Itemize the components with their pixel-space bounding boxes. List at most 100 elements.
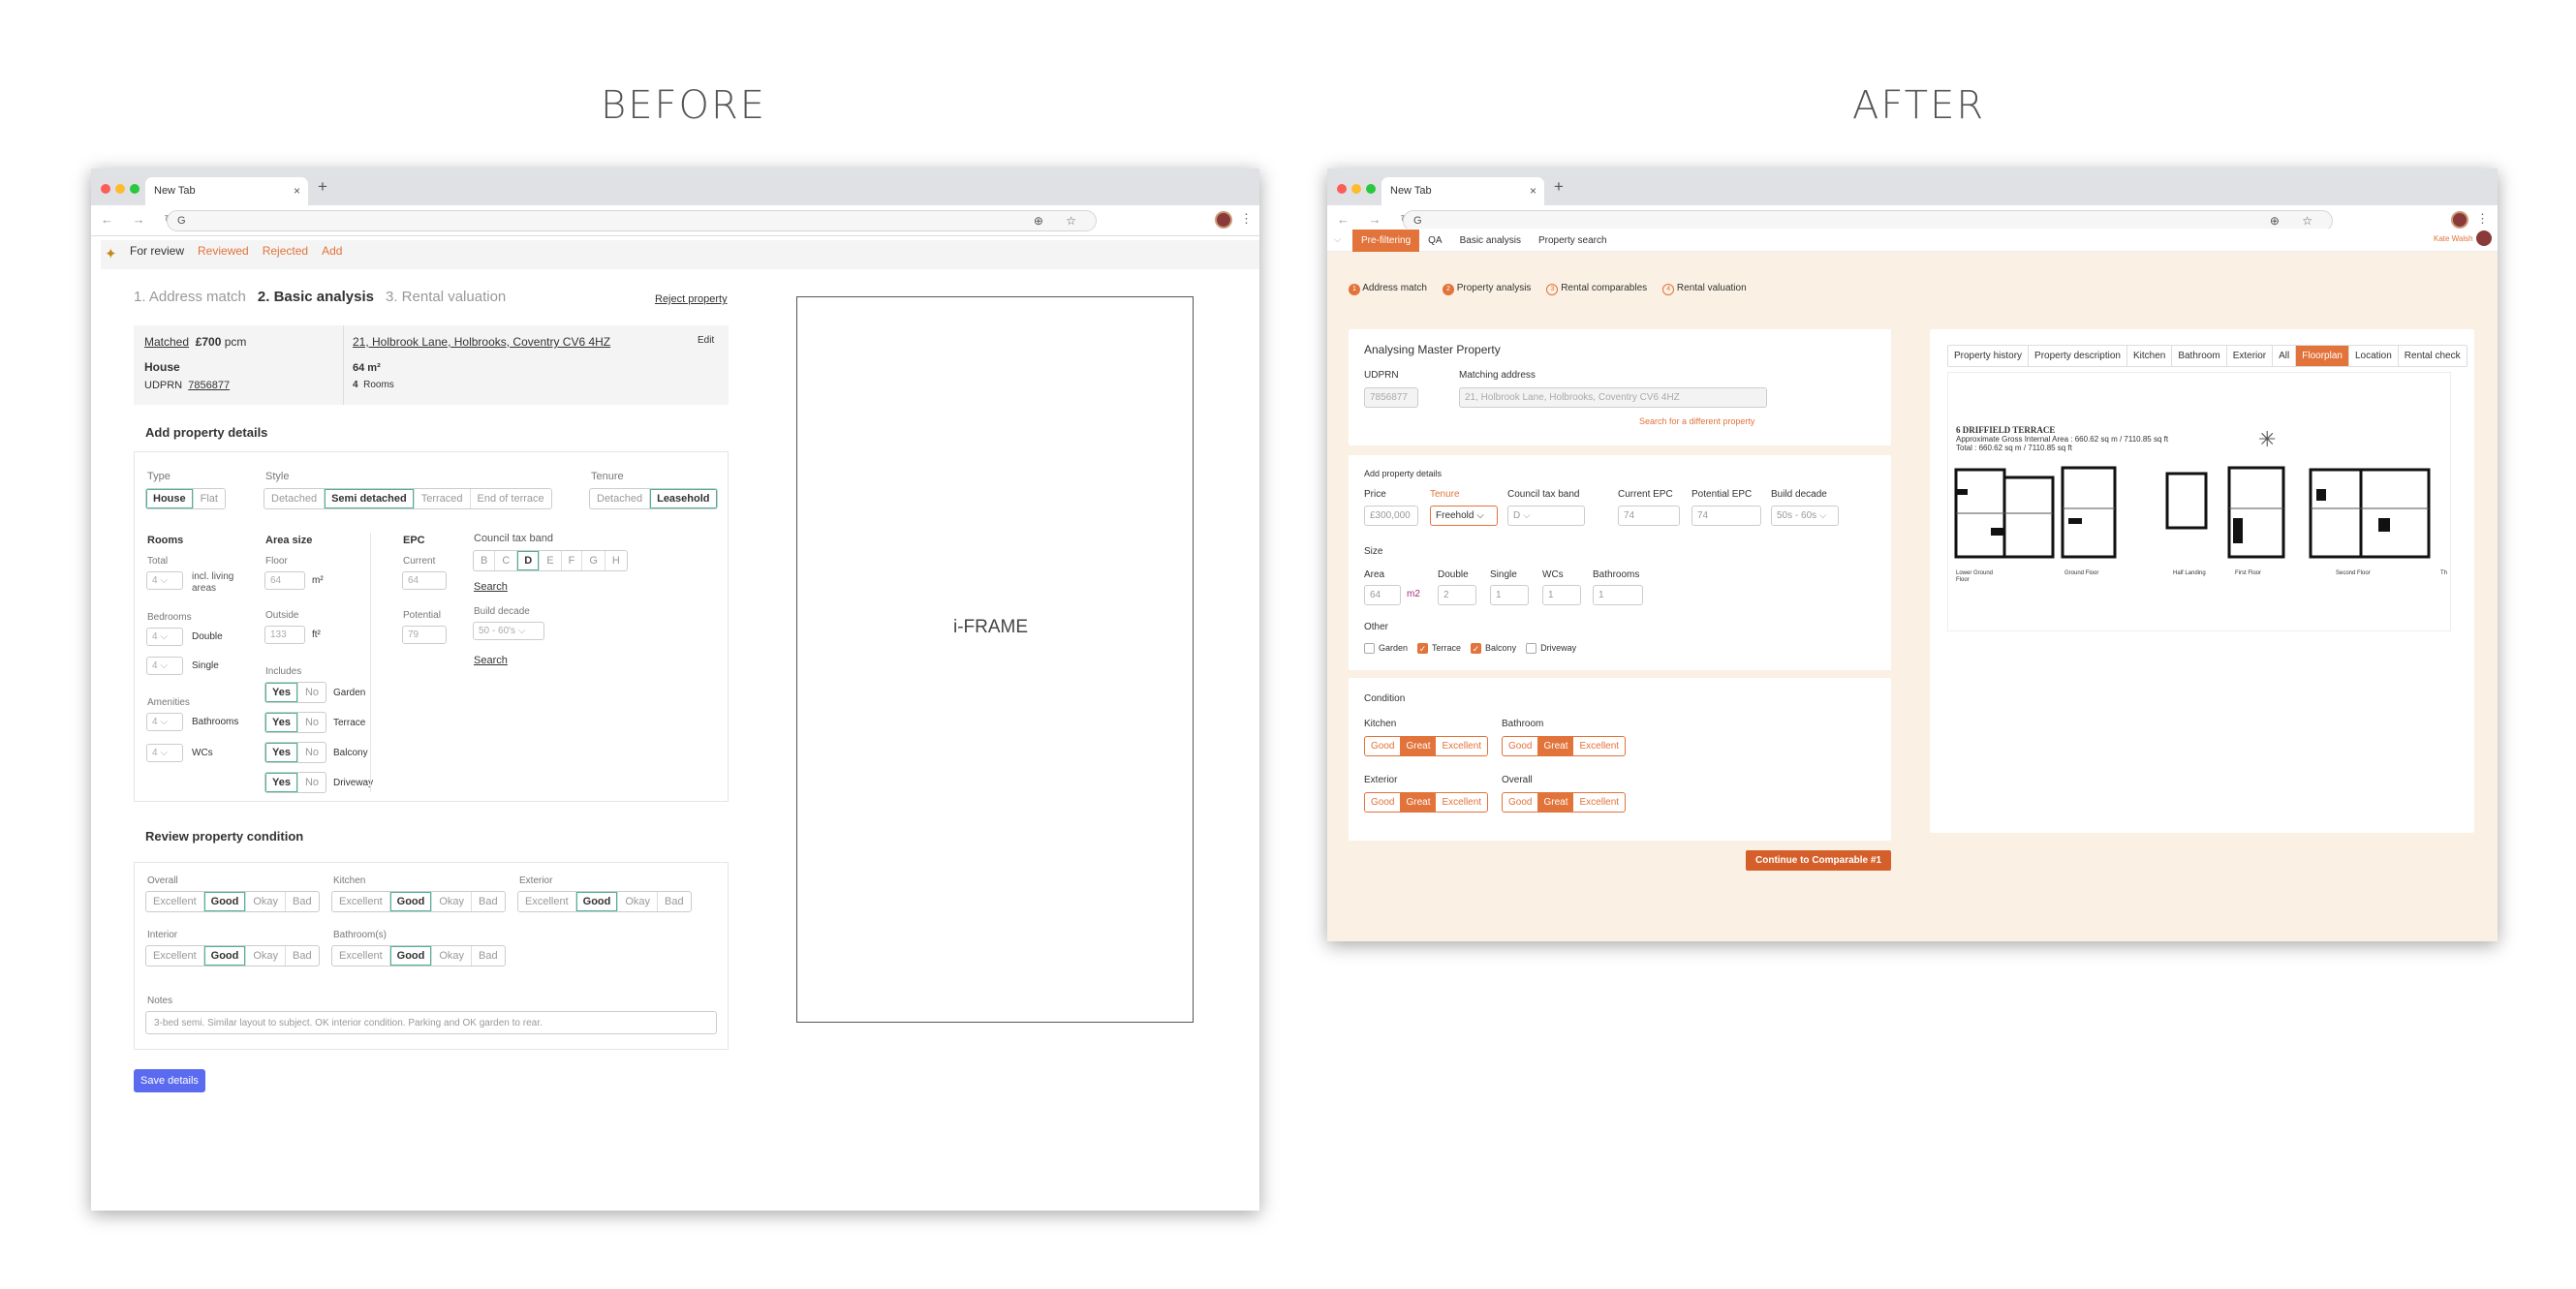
- opt-good[interactable]: Good: [390, 892, 433, 911]
- tab-property-history[interactable]: Property history: [1948, 346, 2030, 366]
- style-detached[interactable]: Detached: [264, 489, 326, 508]
- user-name[interactable]: Kate Walsh: [2434, 234, 2473, 243]
- opt-excellent[interactable]: Excellent: [1436, 737, 1487, 755]
- ctax-f[interactable]: F: [562, 551, 583, 570]
- opt-excellent[interactable]: Excellent: [146, 946, 204, 966]
- different-property-link[interactable]: Search for a different property: [1639, 416, 1754, 426]
- address-link[interactable]: 21, Holbrook Lane, Holbrooks, Coventry C…: [353, 335, 610, 349]
- style-semi[interactable]: Semi detached: [325, 489, 415, 508]
- opt-bad[interactable]: Bad: [472, 892, 505, 911]
- step-4[interactable]: 4 Rental valuation: [1662, 283, 1747, 295]
- yes-option[interactable]: Yes: [265, 713, 298, 732]
- opt-okay[interactable]: Okay: [246, 892, 287, 911]
- new-tab-icon[interactable]: +: [318, 177, 327, 197]
- double-select[interactable]: 4 ⌵: [146, 628, 183, 646]
- opt-excellent[interactable]: Excellent: [332, 892, 390, 911]
- opt-good[interactable]: Good: [1503, 737, 1537, 755]
- opt-good[interactable]: Good: [1365, 737, 1400, 755]
- tenure-leasehold[interactable]: Leasehold: [650, 489, 716, 508]
- udprn-link[interactable]: 7856877: [188, 380, 230, 391]
- style-end[interactable]: End of terrace: [471, 489, 551, 508]
- no-option[interactable]: No: [298, 773, 326, 792]
- tab-all[interactable]: All: [2273, 346, 2297, 366]
- no-option[interactable]: No: [298, 713, 326, 732]
- type-flat[interactable]: Flat: [194, 489, 225, 508]
- ctax-g[interactable]: G: [582, 551, 605, 570]
- opt-good[interactable]: Good: [204, 946, 247, 966]
- ctax-select[interactable]: D ⌵: [1507, 506, 1585, 526]
- decade-select[interactable]: 50 - 60's ⌵: [473, 622, 544, 640]
- opt-okay[interactable]: Okay: [432, 946, 473, 966]
- browser-tab[interactable]: New Tab ×: [145, 177, 308, 205]
- wcs-input[interactable]: 1: [1542, 585, 1581, 605]
- opt-okay[interactable]: Okay: [432, 892, 473, 911]
- nav-reviewed[interactable]: Reviewed: [198, 244, 249, 258]
- nav-for-review[interactable]: For review: [130, 244, 184, 258]
- tenure-detached[interactable]: Detached: [590, 489, 651, 508]
- opt-excellent[interactable]: Excellent: [1573, 793, 1625, 812]
- reject-link[interactable]: Reject property: [655, 293, 728, 305]
- area-input[interactable]: 64: [1364, 585, 1401, 605]
- price-input[interactable]: £300,000: [1364, 506, 1418, 526]
- opt-excellent[interactable]: Excellent: [518, 892, 576, 911]
- opt-okay[interactable]: Okay: [618, 892, 659, 911]
- nav-add[interactable]: Add: [322, 244, 342, 258]
- decade-search-link[interactable]: Search: [474, 655, 508, 666]
- decade-select[interactable]: 50s - 60s ⌵: [1771, 506, 1839, 526]
- ctax-d[interactable]: D: [517, 551, 541, 570]
- no-option[interactable]: No: [298, 683, 326, 702]
- notes-input[interactable]: 3-bed semi. Similar layout to subject. O…: [145, 1011, 717, 1034]
- home-icon[interactable]: ⌵: [1334, 234, 1341, 245]
- single-select[interactable]: 4 ⌵: [146, 657, 183, 675]
- opt-bad[interactable]: Bad: [472, 946, 505, 966]
- step-3[interactable]: 3 Rental comparables: [1546, 283, 1647, 295]
- browser-tab[interactable]: New Tab ×: [1381, 177, 1544, 205]
- edit-link[interactable]: Edit: [698, 335, 714, 346]
- save-button[interactable]: Save details: [134, 1069, 205, 1092]
- potential-epc-input[interactable]: 79: [402, 626, 447, 644]
- potential-epc-input[interactable]: 74: [1691, 506, 1761, 526]
- opt-excellent[interactable]: Excellent: [146, 892, 204, 911]
- nav-qa[interactable]: QA: [1419, 230, 1450, 252]
- opt-excellent[interactable]: Excellent: [1573, 737, 1625, 755]
- driveway-checkbox[interactable]: Driveway: [1526, 643, 1576, 655]
- avatar[interactable]: [2451, 211, 2468, 229]
- new-tab-icon[interactable]: +: [1554, 177, 1564, 197]
- nav-pre-filtering[interactable]: Pre-filtering: [1352, 229, 1420, 252]
- opt-okay[interactable]: Okay: [246, 946, 287, 966]
- opt-excellent[interactable]: Excellent: [332, 946, 390, 966]
- opt-bad[interactable]: Bad: [658, 892, 691, 911]
- nav-property-search[interactable]: Property search: [1530, 230, 1616, 252]
- step-2[interactable]: 2 Property analysis: [1442, 283, 1531, 295]
- ctax-b[interactable]: B: [474, 551, 496, 570]
- step-basic-analysis[interactable]: 2. Basic analysis: [258, 289, 374, 305]
- wcs-select[interactable]: 4 ⌵: [146, 744, 183, 762]
- matched-label[interactable]: Matched: [144, 335, 189, 349]
- step-rental-valuation[interactable]: 3. Rental valuation: [386, 289, 506, 305]
- current-epc-input[interactable]: 74: [1618, 506, 1680, 526]
- tenure-select[interactable]: Freehold ⌵: [1430, 506, 1498, 526]
- opt-great[interactable]: Great: [1537, 793, 1574, 812]
- step-1[interactable]: 1 Address match: [1349, 283, 1427, 295]
- bathrooms-select[interactable]: 4 ⌵: [146, 713, 183, 731]
- nav-rejected[interactable]: Rejected: [263, 244, 308, 258]
- yes-option[interactable]: Yes: [265, 743, 298, 762]
- tab-floorplan[interactable]: Floorplan: [2296, 346, 2349, 366]
- user-avatar[interactable]: [2476, 230, 2492, 246]
- opt-bad[interactable]: Bad: [286, 892, 319, 911]
- ctax-search-link[interactable]: Search: [474, 581, 508, 593]
- opt-excellent[interactable]: Excellent: [1436, 793, 1487, 812]
- terrace-checkbox[interactable]: ✓ Terrace: [1417, 643, 1461, 655]
- single-input[interactable]: 1: [1490, 585, 1529, 605]
- tab-location[interactable]: Location: [2349, 346, 2399, 366]
- opt-great[interactable]: Great: [1400, 793, 1437, 812]
- bathrooms-input[interactable]: 1: [1593, 585, 1643, 605]
- opt-good[interactable]: Good: [204, 892, 247, 911]
- floor-input[interactable]: 64: [264, 571, 305, 590]
- tab-rental-check[interactable]: Rental check: [2399, 346, 2467, 366]
- yes-option[interactable]: Yes: [265, 683, 298, 702]
- style-terraced[interactable]: Terraced: [415, 489, 471, 508]
- tab-property-description[interactable]: Property description: [2029, 346, 2127, 366]
- step-address-match[interactable]: 1. Address match: [134, 289, 246, 305]
- close-icon[interactable]: ×: [294, 184, 300, 198]
